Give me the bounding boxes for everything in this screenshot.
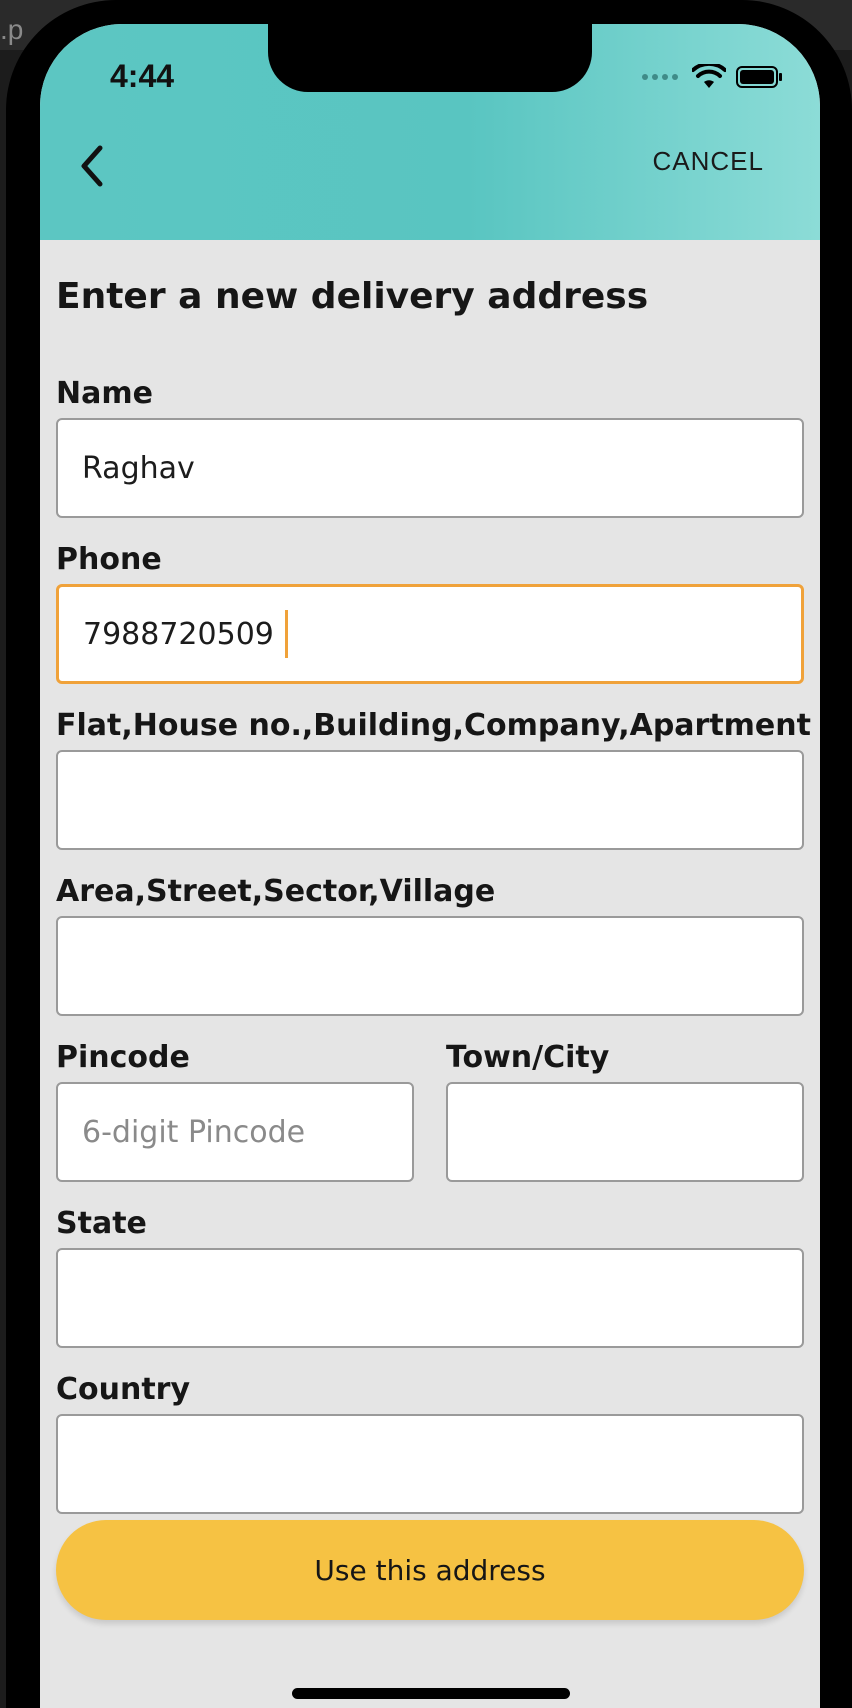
area-label: Area,Street,Sector,Village [56,874,496,909]
use-address-button[interactable]: Use this address [56,1520,804,1620]
flat-field[interactable] [56,750,804,850]
state-label: State [56,1206,147,1241]
name-label: Name [56,376,153,411]
status-time: 4:44 [110,58,175,94]
text-caret [285,610,288,658]
pincode-label: Pincode [56,1040,190,1075]
city-field[interactable] [446,1082,804,1182]
status-icons [642,64,784,90]
phone-label: Phone [56,542,162,577]
background-window-text: .p [0,14,24,45]
country-label: Country [56,1372,191,1407]
back-button[interactable] [70,134,120,194]
cancel-button[interactable]: CANCEL [653,146,764,177]
phone-frame: 4:44 CANCEL Enter a new delivery address… [6,0,852,1708]
device-notch [268,24,592,92]
flat-label: Flat,House no.,Building,Company,Apartmen… [56,708,811,743]
pincode-field[interactable] [56,1082,414,1182]
app-screen: 4:44 CANCEL Enter a new delivery address… [40,24,820,1708]
page-title: Enter a new delivery address [56,276,649,317]
battery-icon [736,66,782,88]
phone-field[interactable] [56,584,804,684]
chevron-left-icon [81,145,103,187]
name-field[interactable] [56,418,804,518]
city-label: Town/City [446,1040,610,1075]
cellular-signal-icon [642,74,678,80]
wifi-icon [692,64,726,88]
country-field[interactable] [56,1414,804,1514]
home-indicator [292,1688,570,1699]
area-field[interactable] [56,916,804,1016]
state-field[interactable] [56,1248,804,1348]
